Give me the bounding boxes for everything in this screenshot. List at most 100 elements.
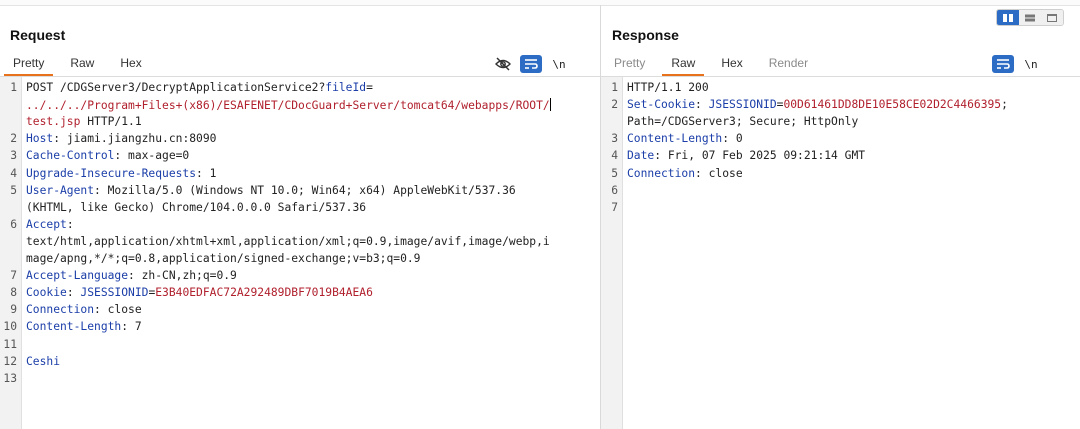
request-pane: Request Pretty Raw Hex \n 1 POST /CDGServ… [0, 5, 600, 429]
line-number: 12 [3, 354, 17, 368]
code-line: 3 Content-Length: 0 [601, 132, 1080, 149]
line-number: 5 [611, 166, 618, 180]
code-line: 9 Connection: close [0, 303, 600, 320]
header-name: Accept [26, 217, 67, 231]
text-segment: ; [1001, 98, 1008, 112]
highlighted-value: ../../../Program+Files+(x86)/ESAFENET/CD… [26, 99, 550, 113]
code-line: 3 Cache-Control: max-age=0 [0, 149, 600, 166]
line-text: Cache-Control: max-age=0 [26, 149, 189, 162]
code-line: 5 User-Agent: Mozilla/5.0 (Windows NT 10.… [0, 184, 600, 201]
header-name: Content-Length [627, 132, 723, 146]
code-line: 12 Ceshi [0, 355, 600, 372]
newline-toggle[interactable]: \n [548, 55, 570, 73]
header-name: Set-Cookie [627, 98, 696, 112]
line-text: Connection: close [627, 167, 743, 180]
line-text: mage/apng,*/*;q=0.8,application/signed-e… [26, 252, 420, 265]
line-number: 6 [611, 183, 618, 197]
text-segment: : jiami.jiangzhu.cn:8090 [53, 132, 217, 146]
line-number: 9 [10, 303, 17, 317]
code-line: 7 [601, 201, 1080, 218]
response-title: Response [612, 27, 679, 43]
tab-render[interactable]: Render [756, 52, 821, 76]
response-toolbar: \n [986, 55, 1042, 73]
line-number: 5 [10, 183, 17, 197]
request-title: Request [10, 27, 66, 43]
tab-pretty[interactable]: Pretty [601, 52, 658, 76]
response-tabs: Pretty Raw Hex Render [601, 52, 821, 76]
line-text: User-Agent: Mozilla/5.0 (Windows NT 10.0… [26, 184, 516, 197]
line-text: POST /CDGServer3/DecryptApplicationServi… [26, 81, 373, 94]
header-name: Connection [26, 303, 95, 317]
newline-toggle[interactable]: \n [1020, 55, 1042, 73]
line-text: (KHTML, like Gecko) Chrome/104.0.0.0 Saf… [26, 201, 366, 214]
line-text: text/html,application/xhtml+xml,applicat… [26, 235, 550, 248]
line-number: 1 [611, 81, 618, 94]
line-text: Set-Cookie: JSESSIONID=00D61461DD8DE10E5… [627, 98, 1008, 111]
code-line: 11 [0, 338, 600, 355]
line-text: test.jsp HTTP/1.1 [26, 115, 142, 128]
header-name: Ceshi [26, 354, 61, 368]
code-line: 1 HTTP/1.1 200 [601, 81, 1080, 98]
tab-raw[interactable]: Raw [57, 52, 107, 76]
header-name: fileId [325, 81, 367, 94]
code-line: text/html,application/xhtml+xml,applicat… [0, 235, 600, 252]
line-number: 6 [10, 217, 17, 231]
text-segment: : Fri, 07 Feb 2025 09:21:14 GMT [654, 149, 866, 163]
text-segment: : zh-CN,zh;q=0.9 [128, 269, 237, 283]
line-number: 1 [10, 81, 17, 94]
wrap-lines-icon[interactable] [992, 55, 1014, 73]
response-pane: Response Pretty Raw Hex Render \n 1 HTTP/… [601, 5, 1080, 429]
text-segment: : 0 [722, 132, 743, 146]
request-toolbar: \n [486, 55, 570, 73]
request-editor[interactable]: 1 POST /CDGServer3/DecryptApplicationServ… [0, 77, 600, 429]
text-segment: text/html,application/xhtml+xml,applicat… [26, 234, 550, 248]
request-tabs: Pretty Raw Hex [0, 52, 155, 76]
newline-toggle-label: \n [1024, 57, 1038, 71]
code-line: ../../../Program+Files+(x86)/ESAFENET/CD… [0, 98, 600, 115]
tab-hex[interactable]: Hex [708, 52, 755, 76]
line-number: 7 [10, 269, 17, 283]
tab-pretty[interactable]: Pretty [0, 52, 57, 76]
highlighted-value: 00D61461DD8DE10E58CE02D2C4466395 [783, 98, 1002, 112]
line-number: 2 [611, 98, 618, 112]
header-name: User-Agent [26, 183, 95, 197]
code-line: 13 [0, 372, 600, 389]
text-cursor [549, 98, 551, 112]
code-line: Path=/CDGServer3; Secure; HttpOnly [601, 115, 1080, 132]
hide-eye-icon[interactable] [492, 55, 514, 73]
code-line: 1 POST /CDGServer3/DecryptApplicationServ… [0, 81, 600, 98]
text-segment: : close [94, 303, 142, 317]
header-name: Content-Length [26, 320, 122, 334]
header-name: Upgrade-Insecure-Requests [26, 166, 197, 180]
wrap-lines-icon[interactable] [520, 55, 542, 73]
text-segment: : Mozilla/5.0 (Windows NT 10.0; Win64; x… [94, 183, 516, 197]
line-text: Accept-Language: zh-CN,zh;q=0.9 [26, 269, 237, 282]
line-text: Upgrade-Insecure-Requests: 1 [26, 167, 216, 180]
text-segment: = [366, 81, 373, 94]
line-text: Date: Fri, 07 Feb 2025 09:21:14 GMT [627, 149, 865, 162]
header-name: JSESSIONID [80, 286, 149, 300]
tab-raw[interactable]: Raw [658, 52, 708, 76]
text-segment: : [66, 286, 81, 300]
newline-toggle-label: \n [552, 57, 566, 71]
header-name: Accept-Language [26, 269, 129, 283]
code-line: (KHTML, like Gecko) Chrome/104.0.0.0 Saf… [0, 201, 600, 218]
header-name: Cache-Control [26, 149, 115, 163]
code-line: mage/apng,*/*;q=0.8,application/signed-e… [0, 252, 600, 269]
tab-hex[interactable]: Hex [107, 52, 154, 76]
text-segment: HTTP/1.1 200 [627, 81, 709, 94]
line-number: 3 [611, 132, 618, 146]
line-text: HTTP/1.1 200 [627, 81, 709, 94]
code-line: 8 Cookie: JSESSIONID=E3B40EDFAC72A292489D… [0, 286, 600, 303]
code-line: 4 Date: Fri, 07 Feb 2025 09:21:14 GMT [601, 149, 1080, 166]
response-editor[interactable]: 1 HTTP/1.1 200 2 Set-Cookie: JSESSIONID=00D… [601, 77, 1080, 429]
text-segment: : [66, 217, 74, 231]
line-text: Host: jiami.jiangzhu.cn:8090 [26, 132, 216, 145]
line-text: ../../../Program+Files+(x86)/ESAFENET/CD… [26, 98, 551, 112]
code-line: 5 Connection: close [601, 167, 1080, 184]
line-text: Content-Length: 7 [26, 320, 142, 333]
line-text: Content-Length: 0 [627, 132, 743, 145]
line-number: 4 [10, 166, 17, 180]
text-segment: : 7 [121, 320, 142, 334]
code-line: 2 Host: jiami.jiangzhu.cn:8090 [0, 132, 600, 149]
